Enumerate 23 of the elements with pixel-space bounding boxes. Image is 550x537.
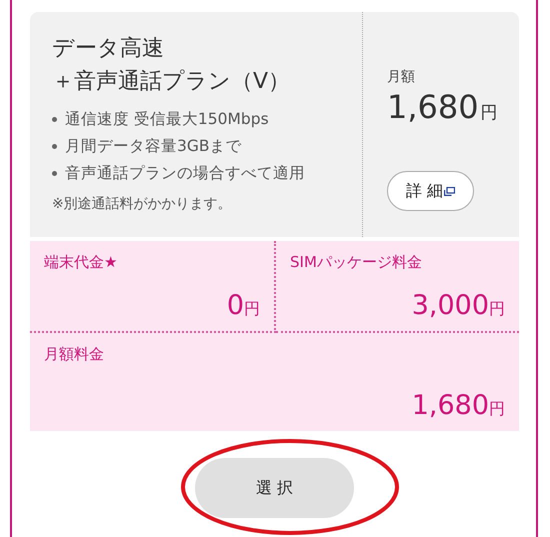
bullet-icon [52, 144, 57, 149]
fee-label: 端末代金★ [44, 253, 118, 272]
detail-button[interactable]: 詳 細 [387, 171, 474, 211]
price-label: 月額 [387, 68, 416, 86]
select-button[interactable]: 選 択 [195, 458, 354, 518]
bullet-icon [52, 171, 57, 176]
bullet-icon [52, 117, 57, 122]
feature-text: 通信速度 受信最大150Mbps [65, 109, 269, 130]
fee-unit: 円 [489, 299, 505, 320]
fee-amount: 3,000 [412, 290, 489, 321]
fee-amount: 1,680 [412, 390, 489, 421]
plan-title: データ高速 ＋音声通話プラン（V） [52, 35, 292, 96]
feature-text: 音声通話プランの場合すべて適用 [65, 163, 305, 184]
fee-unit: 円 [489, 399, 505, 420]
fee-unit: 円 [244, 299, 260, 320]
price-amount: 1,680 [387, 88, 479, 126]
new-window-icon [444, 186, 456, 196]
feature-text: 月間データ容量3GBまで [65, 136, 242, 157]
fee-label: 月額料金 [44, 345, 104, 364]
fee-amount: 0 [226, 290, 244, 321]
fee-label: SIMパッケージ料金 [290, 253, 422, 272]
note-text: ※別途通話料がかかります。 [52, 195, 233, 213]
price-unit: 円 [480, 102, 498, 124]
